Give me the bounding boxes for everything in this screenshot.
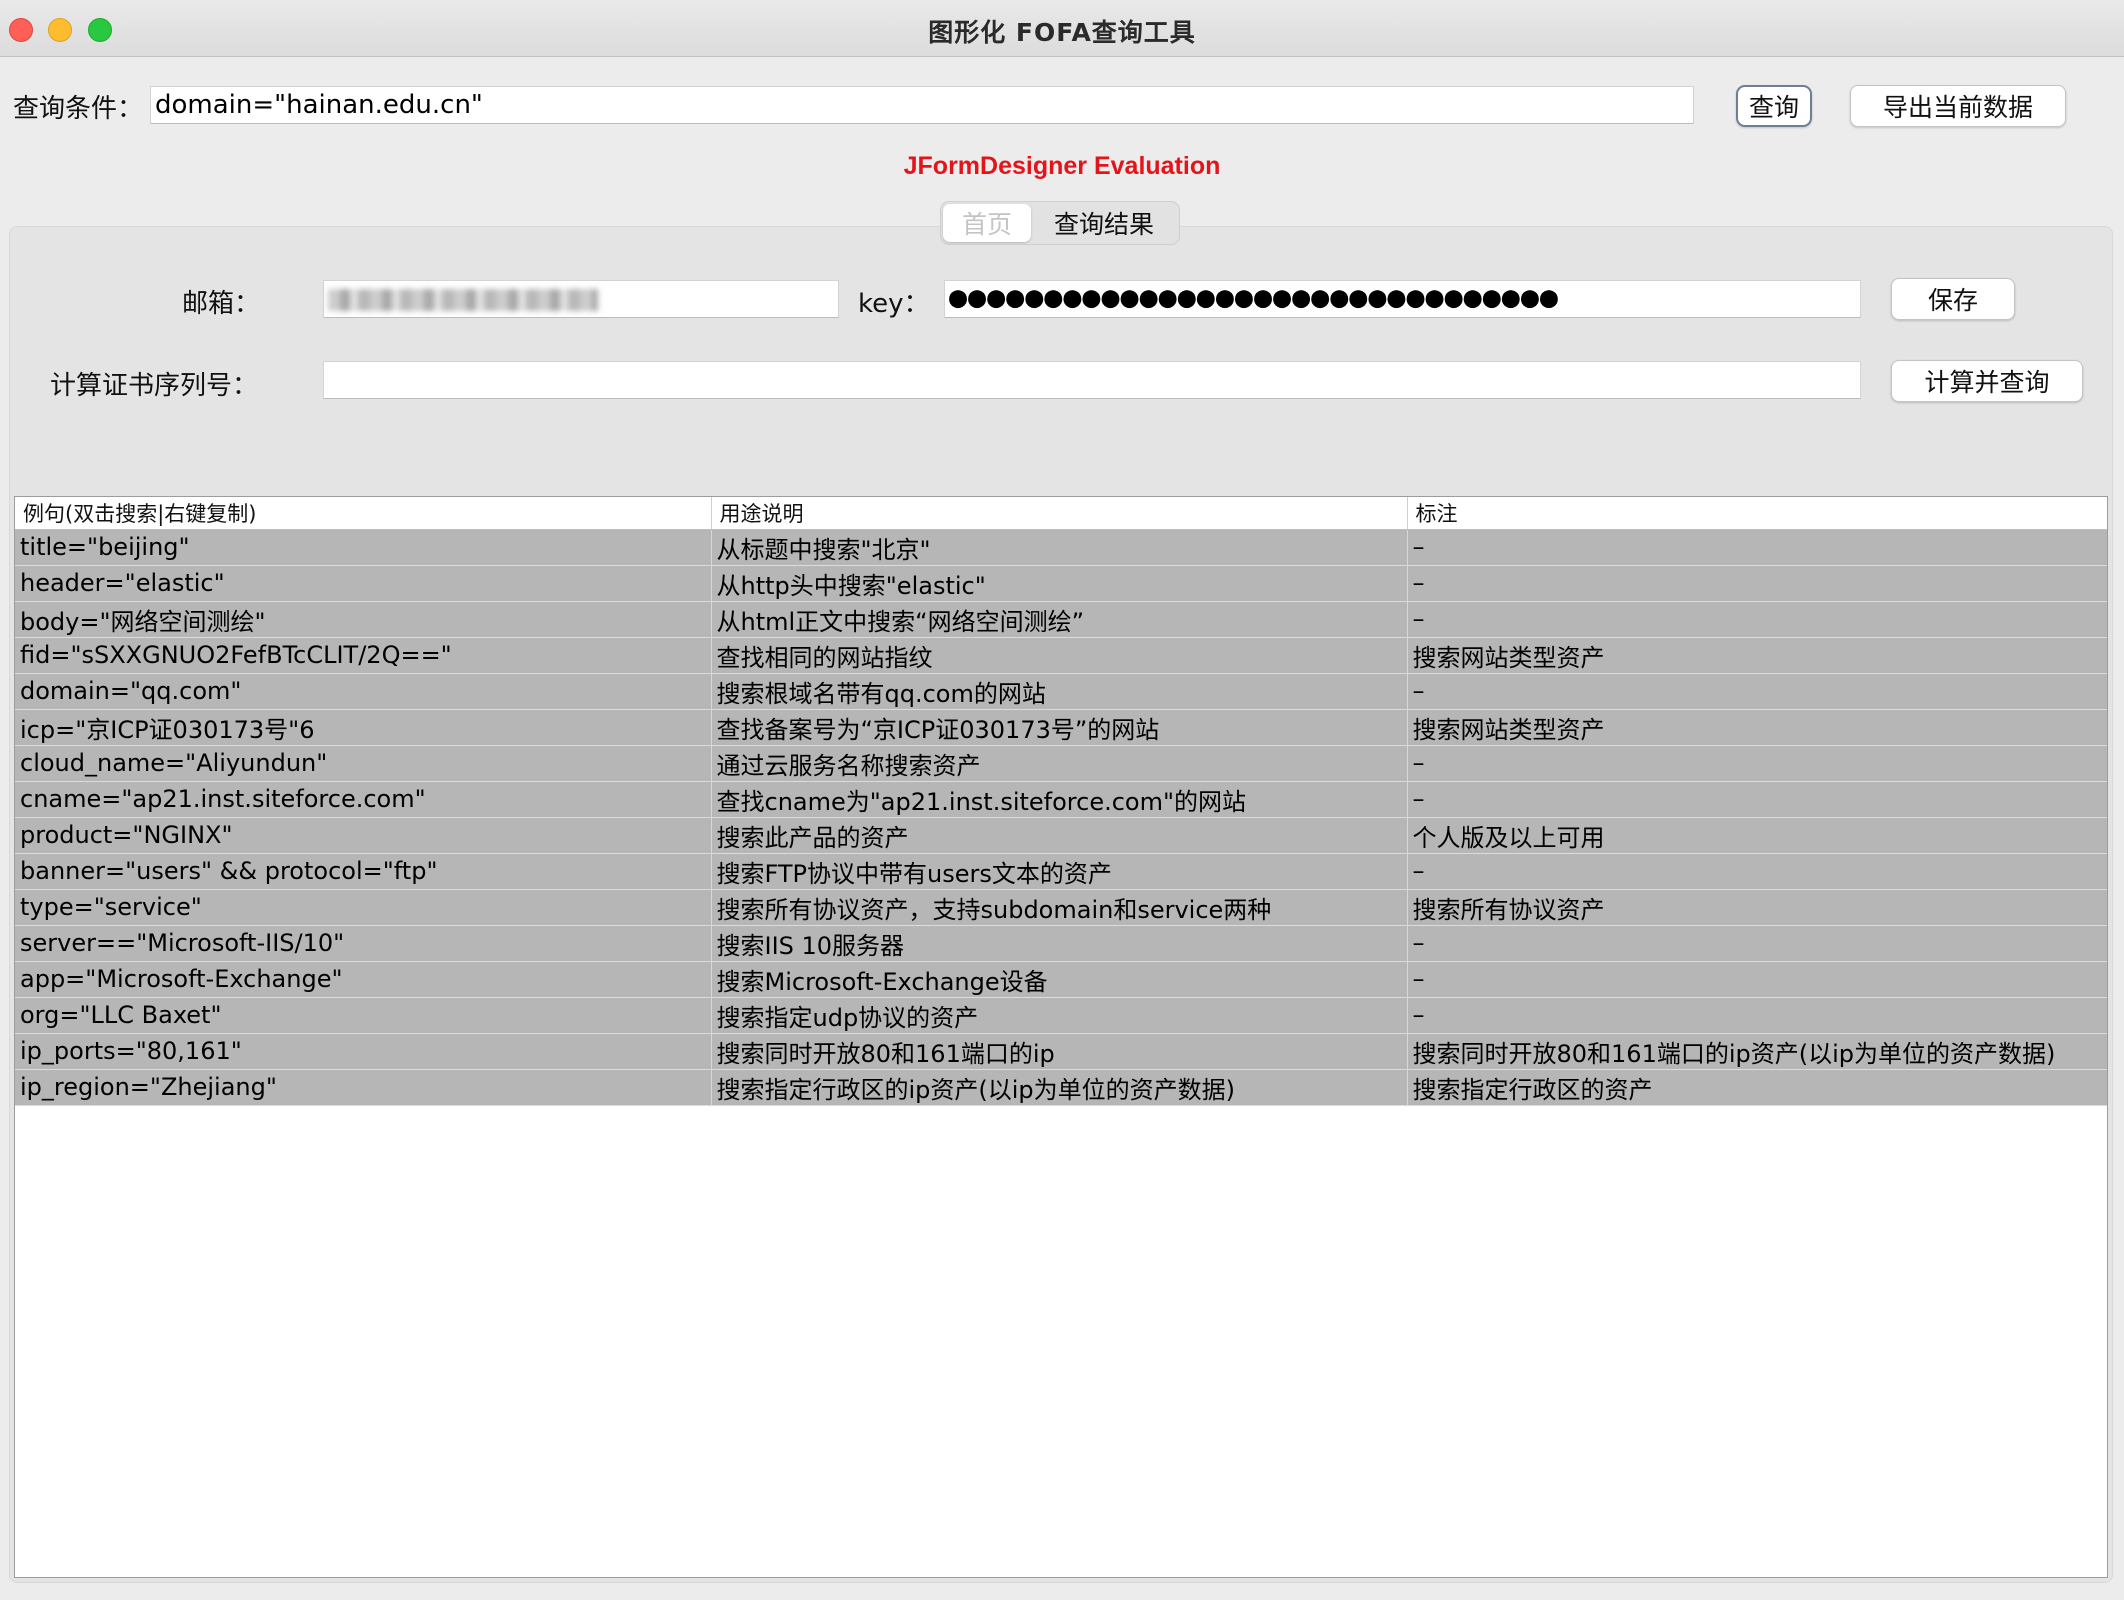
table-row[interactable]: product="NGINX" 搜索此产品的资产 个人版及以上可用 bbox=[15, 817, 2107, 854]
description-cell[interactable]: 搜索所有协议资产，支持subdomain和service两种 bbox=[711, 889, 1408, 926]
tab-bar: 首页 查询结果 bbox=[940, 201, 1180, 245]
note-cell[interactable]: 个人版及以上可用 bbox=[1407, 817, 2107, 854]
example-cell[interactable]: banner="users" && protocol="ftp" bbox=[15, 853, 712, 890]
query-button[interactable]: 查询 bbox=[1736, 85, 1812, 127]
example-cell[interactable]: fid="sSXXGNUO2FefBTcCLIT/2Q==" bbox=[15, 637, 712, 674]
example-cell[interactable]: type="service" bbox=[15, 889, 712, 926]
note-cell[interactable]: – bbox=[1407, 961, 2107, 998]
column-header-description[interactable]: 用途说明 bbox=[711, 497, 1408, 530]
table-row[interactable]: cloud_name="Aliyundun" 通过云服务名称搜索资产 – bbox=[15, 745, 2107, 782]
description-cell[interactable]: 搜索同时开放80和161端口的ip bbox=[711, 1033, 1408, 1070]
note-cell[interactable]: – bbox=[1407, 853, 2107, 890]
table-row[interactable]: banner="users" && protocol="ftp" 搜索FTP协议中… bbox=[15, 853, 2107, 890]
table-row[interactable]: server=="Microsoft-IIS/10" 搜索IIS 10服务器 – bbox=[15, 925, 2107, 962]
table-row[interactable]: ip_region="Zhejiang" 搜索指定行政区的ip资产(以ip为单位的… bbox=[15, 1069, 2107, 1106]
key-label: key： bbox=[858, 289, 930, 319]
note-cell[interactable]: – bbox=[1407, 781, 2107, 818]
query-input[interactable] bbox=[150, 86, 1694, 124]
table-row[interactable]: title="beijing" 从标题中搜索"北京" – bbox=[15, 529, 2107, 566]
description-cell[interactable]: 搜索FTP协议中带有users文本的资产 bbox=[711, 853, 1408, 890]
example-cell[interactable]: product="NGINX" bbox=[15, 817, 712, 854]
tab-query-results[interactable]: 查询结果 bbox=[1031, 204, 1177, 242]
email-field[interactable] bbox=[323, 280, 839, 318]
column-header-note[interactable]: 标注 bbox=[1407, 497, 2107, 530]
example-cell[interactable]: ip_ports="80,161" bbox=[15, 1033, 712, 1070]
app-window: 图形化 FOFA查询工具 查询条件： 查询 导出当前数据 JFormDesign… bbox=[0, 0, 2124, 1600]
description-cell[interactable]: 搜索根域名带有qq.com的网站 bbox=[711, 673, 1408, 710]
table-row[interactable]: type="service" 搜索所有协议资产，支持subdomain和servi… bbox=[15, 889, 2107, 926]
description-cell[interactable]: 查找备案号为“京ICP证030173号”的网站 bbox=[711, 709, 1408, 746]
description-cell[interactable]: 通过云服务名称搜索资产 bbox=[711, 745, 1408, 782]
note-cell[interactable]: – bbox=[1407, 673, 2107, 710]
serial-label: 计算证书序列号： bbox=[50, 371, 259, 401]
example-cell[interactable]: icp="京ICP证030173号"6 bbox=[15, 709, 712, 746]
note-cell[interactable]: 搜索同时开放80和161端口的ip资产(以ip为单位的资产数据) bbox=[1407, 1033, 2107, 1070]
calculate-and-query-button[interactable]: 计算并查询 bbox=[1891, 360, 2083, 402]
title-bar: 图形化 FOFA查询工具 bbox=[0, 0, 2124, 57]
export-data-button[interactable]: 导出当前数据 bbox=[1850, 85, 2066, 127]
example-cell[interactable]: app="Microsoft-Exchange" bbox=[15, 961, 712, 998]
query-label: 查询条件： bbox=[13, 94, 144, 124]
email-label: 邮箱： bbox=[182, 289, 261, 319]
save-button[interactable]: 保存 bbox=[1891, 278, 2015, 320]
example-cell[interactable]: server=="Microsoft-IIS/10" bbox=[15, 925, 712, 962]
examples-table[interactable]: 例句(双击搜索|右键复制) 用途说明 标注 title="beijing" 从标题… bbox=[14, 496, 2108, 1578]
table-header-row: 例句(双击搜索|右键复制) 用途说明 标注 bbox=[15, 497, 2107, 530]
description-cell[interactable]: 搜索IIS 10服务器 bbox=[711, 925, 1408, 962]
column-header-example[interactable]: 例句(双击搜索|右键复制) bbox=[15, 497, 712, 530]
note-cell[interactable]: – bbox=[1407, 529, 2107, 566]
note-cell[interactable]: – bbox=[1407, 745, 2107, 782]
table-row[interactable]: body="网络空间测绘" 从html正文中搜索“网络空间测绘” – bbox=[15, 601, 2107, 638]
description-cell[interactable]: 从http头中搜索"elastic" bbox=[711, 565, 1408, 602]
window-title: 图形化 FOFA查询工具 bbox=[928, 18, 1196, 47]
description-cell[interactable]: 从html正文中搜索“网络空间测绘” bbox=[711, 601, 1408, 638]
note-cell[interactable]: – bbox=[1407, 997, 2107, 1034]
note-cell[interactable]: – bbox=[1407, 925, 2107, 962]
note-cell[interactable]: 搜索网站类型资产 bbox=[1407, 637, 2107, 674]
note-cell[interactable]: 搜索指定行政区的资产 bbox=[1407, 1069, 2107, 1106]
example-cell[interactable]: cname="ap21.inst.siteforce.com" bbox=[15, 781, 712, 818]
description-cell[interactable]: 搜索Microsoft-Exchange设备 bbox=[711, 961, 1408, 998]
example-cell[interactable]: ip_region="Zhejiang" bbox=[15, 1069, 712, 1106]
tab-home[interactable]: 首页 bbox=[943, 204, 1031, 242]
redacted-email-value bbox=[328, 289, 598, 311]
table-row[interactable]: fid="sSXXGNUO2FefBTcCLIT/2Q==" 查找相同的网站指纹搜… bbox=[15, 637, 2107, 674]
example-cell[interactable]: title="beijing" bbox=[15, 529, 712, 566]
table-row[interactable]: org="LLC Baxet" 搜索指定udp协议的资产 – bbox=[15, 997, 2107, 1034]
note-cell[interactable]: – bbox=[1407, 565, 2107, 602]
table-row[interactable]: icp="京ICP证030173号"6 查找备案号为“京ICP证030173号”的… bbox=[15, 709, 2107, 746]
example-cell[interactable]: domain="qq.com" bbox=[15, 673, 712, 710]
table-row[interactable]: app="Microsoft-Exchange" 搜索Microsoft-Exch… bbox=[15, 961, 2107, 998]
note-cell[interactable]: 搜索所有协议资产 bbox=[1407, 889, 2107, 926]
example-cell[interactable]: body="网络空间测绘" bbox=[15, 601, 712, 638]
evaluation-banner: JFormDesigner Evaluation bbox=[903, 152, 1221, 180]
description-cell[interactable]: 搜索指定udp协议的资产 bbox=[711, 997, 1408, 1034]
example-cell[interactable]: org="LLC Baxet" bbox=[15, 997, 712, 1034]
table-row[interactable]: ip_ports="80,161" 搜索同时开放80和161端口的ip 搜索同时开放… bbox=[15, 1033, 2107, 1070]
table-row[interactable]: cname="ap21.inst.siteforce.com" 查找cname为"… bbox=[15, 781, 2107, 818]
example-cell[interactable]: cloud_name="Aliyundun" bbox=[15, 745, 712, 782]
description-cell[interactable]: 查找cname为"ap21.inst.siteforce.com"的网站 bbox=[711, 781, 1408, 818]
description-cell[interactable]: 搜索指定行政区的ip资产(以ip为单位的资产数据) bbox=[711, 1069, 1408, 1106]
description-cell[interactable]: 搜索此产品的资产 bbox=[711, 817, 1408, 854]
table-row[interactable]: header="elastic" 从http头中搜索"elastic" – bbox=[15, 565, 2107, 602]
example-cell[interactable]: header="elastic" bbox=[15, 565, 712, 602]
key-field[interactable]: ●●●●●●●●●●●●●●●●●●●●●●●●●●●●●●●● bbox=[944, 280, 1861, 318]
note-cell[interactable]: – bbox=[1407, 601, 2107, 638]
description-cell[interactable]: 从标题中搜索"北京" bbox=[711, 529, 1408, 566]
description-cell[interactable]: 查找相同的网站指纹 bbox=[711, 637, 1408, 674]
note-cell[interactable]: 搜索网站类型资产 bbox=[1407, 709, 2107, 746]
serial-field[interactable] bbox=[323, 361, 1861, 399]
table-row[interactable]: domain="qq.com" 搜索根域名带有qq.com的网站 – bbox=[15, 673, 2107, 710]
